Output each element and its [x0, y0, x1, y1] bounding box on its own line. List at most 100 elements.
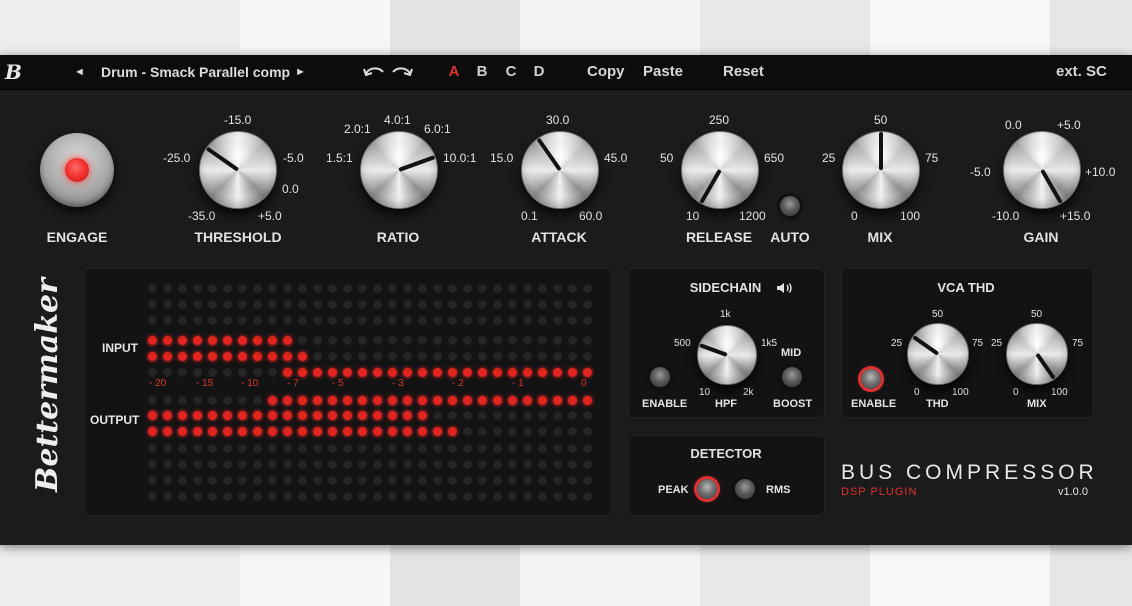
thd-knob[interactable]	[907, 323, 969, 385]
meter-led	[223, 352, 232, 361]
auto-button[interactable]	[780, 196, 800, 216]
meter-led	[523, 492, 532, 501]
slot-b-button[interactable]: B	[474, 55, 490, 89]
undo-icon[interactable]	[362, 55, 386, 89]
meter-led	[313, 336, 322, 345]
ratio-scale-left: 1.5:1	[326, 151, 353, 165]
meter-led	[343, 411, 352, 420]
meter-led	[418, 300, 427, 309]
mix-scale-min: 0	[851, 209, 858, 223]
meter-led	[553, 460, 562, 469]
release-label: RELEASE	[685, 229, 753, 245]
meter-led	[583, 352, 592, 361]
meter-led	[463, 427, 472, 436]
ratio-scale-top: 4.0:1	[384, 113, 411, 127]
slot-a-button[interactable]: A	[446, 55, 462, 89]
meter-led	[418, 427, 427, 436]
meter-led	[493, 396, 502, 405]
meter-led	[343, 368, 352, 377]
meter-led	[253, 460, 262, 469]
meter-led	[538, 444, 547, 453]
slot-d-button[interactable]: D	[531, 55, 547, 89]
vca-mix-knob[interactable]	[1006, 323, 1068, 385]
meter-led	[403, 336, 412, 345]
mix-knob-pointer	[879, 132, 883, 170]
meter-led	[148, 444, 157, 453]
meter-led	[193, 352, 202, 361]
meter-led	[448, 411, 457, 420]
speaker-icon[interactable]	[776, 281, 794, 295]
hpf-scale-left: 500	[674, 338, 691, 349]
meter-led	[163, 411, 172, 420]
meter-led	[208, 300, 217, 309]
meter-led	[358, 411, 367, 420]
meter-led	[208, 476, 217, 485]
meter-led	[193, 368, 202, 377]
meter-led	[418, 460, 427, 469]
meter-led	[328, 460, 337, 469]
reset-button[interactable]: Reset	[723, 55, 764, 89]
vca-enable-button[interactable]	[861, 369, 881, 389]
meter-led	[178, 396, 187, 405]
threshold-scale-top: -15.0	[224, 113, 252, 127]
meter-led	[373, 352, 382, 361]
mid-boost-button[interactable]	[782, 367, 802, 387]
release-knob-pointer	[699, 169, 722, 204]
paste-button[interactable]: Paste	[643, 55, 683, 89]
release-knob[interactable]	[681, 131, 759, 209]
meter-led	[388, 396, 397, 405]
meter-led	[433, 300, 442, 309]
meter-led	[148, 300, 157, 309]
meter-led	[313, 492, 322, 501]
meter-led	[583, 411, 592, 420]
meter-led	[388, 336, 397, 345]
meter-led	[373, 411, 382, 420]
meter-led	[193, 427, 202, 436]
meter-led	[163, 352, 172, 361]
gain-scale-min: -10.0	[992, 209, 1020, 223]
top-bar: B ◄ Drum - Smack Parallel comp ► A B C D…	[0, 55, 1132, 90]
meter-led	[193, 396, 202, 405]
prev-preset-button[interactable]: ◄	[74, 55, 85, 89]
engage-button[interactable]	[40, 133, 114, 207]
rms-button[interactable]	[735, 479, 755, 499]
meter-led	[523, 284, 532, 293]
meter-scale-15: - 15	[196, 378, 214, 389]
ext-sc-button[interactable]: ext. SC	[1056, 55, 1107, 89]
gain-knob[interactable]	[1003, 131, 1081, 209]
meter-led	[268, 396, 277, 405]
meter-led	[148, 476, 157, 485]
meter-led	[358, 427, 367, 436]
attack-knob[interactable]	[521, 131, 599, 209]
meter-led	[313, 460, 322, 469]
meter-led	[358, 300, 367, 309]
threshold-knob-pointer	[205, 146, 240, 172]
meter-led	[463, 492, 472, 501]
meter-led	[373, 492, 382, 501]
meter-led	[433, 396, 442, 405]
meter-led	[388, 427, 397, 436]
meter-led	[148, 460, 157, 469]
meter-led	[433, 352, 442, 361]
mix-knob[interactable]	[842, 131, 920, 209]
detector-title: DETECTOR	[690, 446, 762, 461]
slot-c-button[interactable]: C	[503, 55, 519, 89]
peak-button[interactable]	[697, 479, 717, 499]
threshold-scale-max: +5.0	[258, 209, 282, 223]
preset-name[interactable]: Drum - Smack Parallel comp	[101, 55, 290, 89]
ratio-scale-right: 10.0:1	[443, 151, 477, 165]
copy-button[interactable]: Copy	[587, 55, 625, 89]
meter-led	[508, 368, 517, 377]
meter-led	[583, 396, 592, 405]
next-preset-button[interactable]: ►	[295, 55, 306, 89]
threshold-knob[interactable]	[199, 131, 277, 209]
hpf-knob[interactable]	[697, 325, 757, 385]
meter-led	[553, 476, 562, 485]
meter-led	[478, 411, 487, 420]
ratio-knob[interactable]	[360, 131, 438, 209]
meter-led	[388, 368, 397, 377]
meter-led	[478, 444, 487, 453]
redo-icon[interactable]	[390, 55, 414, 89]
meter-led	[253, 396, 262, 405]
sidechain-enable-button[interactable]	[650, 367, 670, 387]
